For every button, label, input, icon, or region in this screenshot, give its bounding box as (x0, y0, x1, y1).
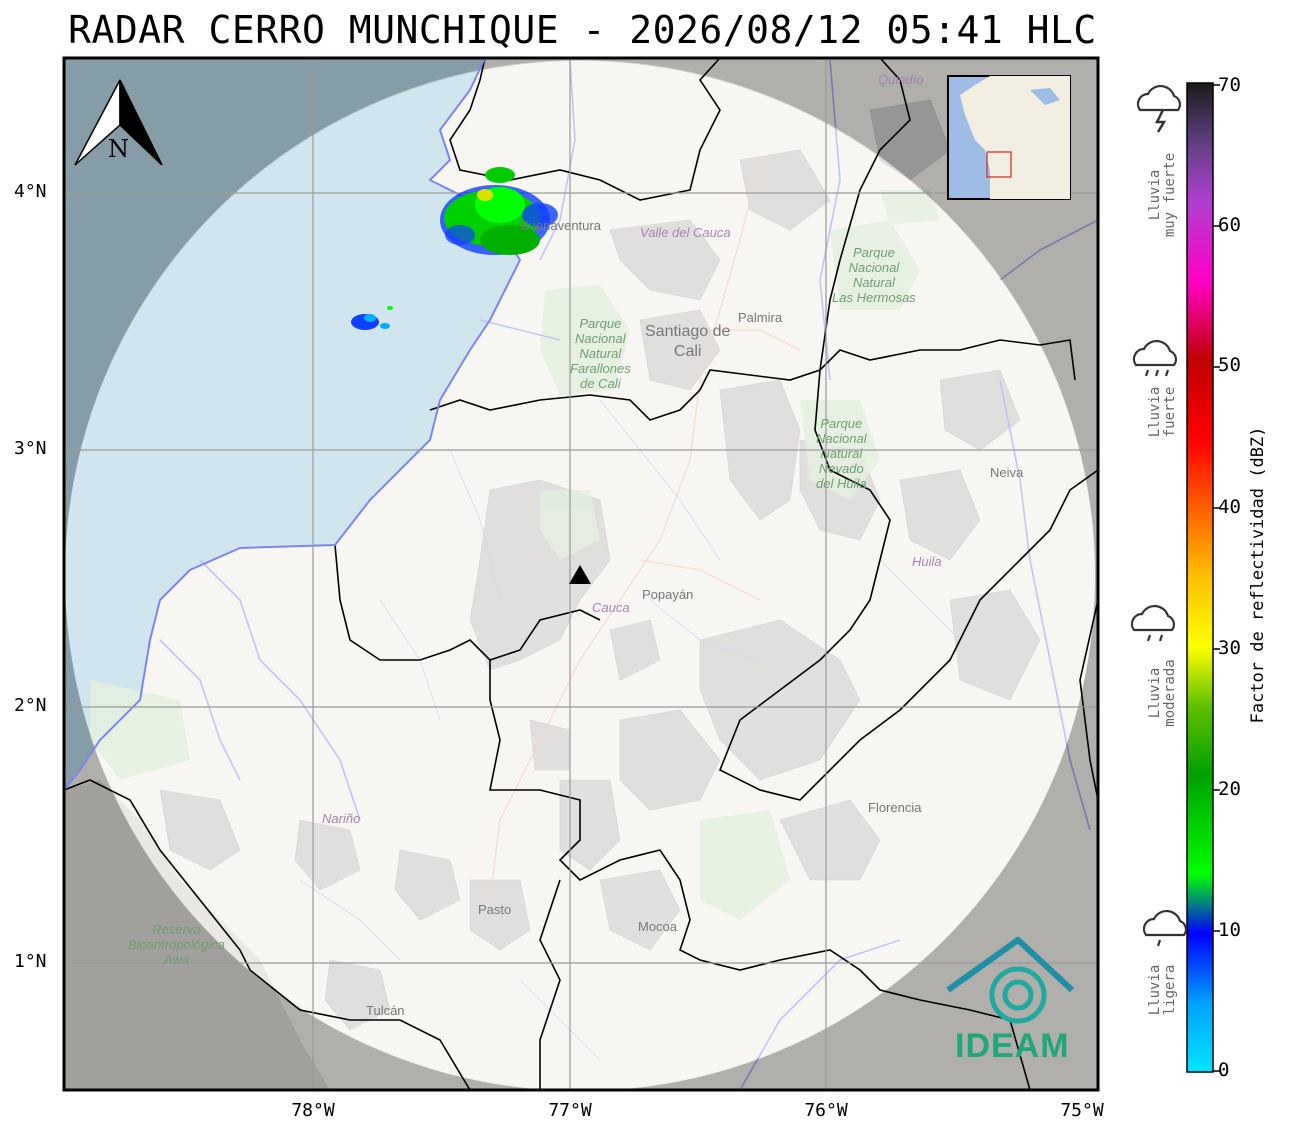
rain-label-moderada: Lluvia moderada (1147, 659, 1178, 727)
lat-label-3: 3°N (14, 438, 47, 459)
heavy-rain-cloud-icon (1132, 339, 1177, 377)
cb-tick-0: 0 (1218, 1059, 1230, 1081)
label-reserva: Reserva Bioantropológica Awá (128, 922, 225, 967)
rain-label-muy-fuerte: Lluvia muy fuerte (1147, 152, 1178, 238)
label-narino: Nariño (322, 811, 361, 826)
cb-tick-50: 50 (1218, 354, 1241, 376)
lon-label-75: 75°W (1060, 1100, 1104, 1121)
label-cauca: Cauca (592, 600, 630, 615)
lat-label-4: 4°N (14, 181, 47, 202)
label-florencia: Florencia (868, 800, 922, 815)
label-buenaventura: Buenaventura (520, 218, 601, 233)
cb-tick-70: 70 (1218, 74, 1241, 96)
label-huila: Huila (912, 554, 942, 569)
colorbar (1186, 82, 1214, 1073)
cb-tick-30: 30 (1218, 637, 1241, 659)
lon-label-78: 78°W (291, 1100, 335, 1121)
label-mocoa: Mocoa (638, 919, 678, 934)
rain-label-ligera: Lluvia ligera (1147, 964, 1178, 1016)
inset-map (947, 75, 1071, 200)
lon-label-77: 77°W (548, 1100, 592, 1121)
label-cali: Santiago de Cali (645, 323, 731, 360)
light-rain-cloud-icon (1142, 909, 1187, 947)
cb-tick-10: 10 (1218, 919, 1241, 941)
label-pasto: Pasto (478, 902, 512, 917)
label-parque-nevado: Parque Nacional Natural Nevado del Huila (816, 416, 867, 491)
colorbar-title: Factor de reflectividad (dBZ) (1248, 426, 1268, 724)
north-label: N (108, 135, 129, 163)
lon-label-76: 76°W (804, 1100, 848, 1121)
label-tulcan: Tulcán (366, 1003, 405, 1018)
label-palmira: Palmira (738, 310, 783, 325)
ideam-logo-text: IDEAM (955, 1027, 1070, 1065)
cb-tick-60: 60 (1218, 214, 1241, 236)
lat-label-1: 1°N (14, 951, 47, 972)
cb-tick-40: 40 (1218, 496, 1241, 518)
lat-label-2: 2°N (14, 695, 47, 716)
rain-label-fuerte: Lluvia fuerte (1147, 386, 1178, 438)
label-valle: Valle del Cauca (640, 225, 731, 240)
storm-cloud-icon (1136, 84, 1181, 133)
label-popayan: Popayán (642, 587, 694, 602)
cb-tick-20: 20 (1218, 778, 1241, 800)
label-neiva: Neiva (990, 465, 1024, 480)
rain-cloud-icon (1130, 604, 1175, 642)
label-farallones: Parque Nacional Natural Farallones de Cali (570, 316, 631, 391)
label-quindio: Quindío (878, 72, 924, 87)
label-parque-hermosas: Parque Nacional Natural Las Hermosas (832, 245, 916, 305)
